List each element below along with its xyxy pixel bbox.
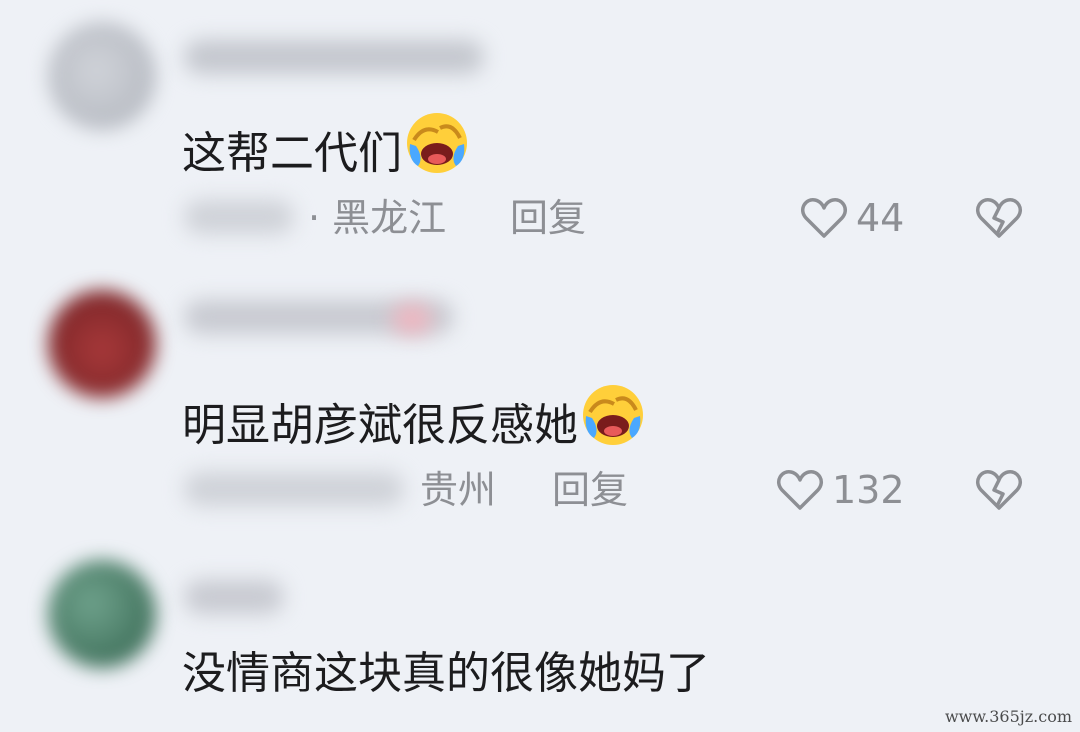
reply-button[interactable]: 回复	[510, 196, 586, 240]
like-count: 44	[856, 196, 905, 240]
comment-list: 这帮二代们 · 黑龙江 回复 44 明显胡彦斌很反感她 贵州 回复 132 没情…	[0, 0, 1080, 732]
meta-time-blurred	[184, 472, 404, 506]
username-badge-blurred	[392, 304, 432, 334]
like-count: 132	[832, 468, 905, 512]
watermark: www.365jz.com	[944, 707, 1072, 726]
separator-dot: ·	[308, 196, 333, 240]
avatar[interactable]	[48, 290, 156, 398]
laughing-crying-face-icon	[583, 385, 643, 445]
location-text: 贵州	[420, 468, 497, 512]
reply-button[interactable]: 回复	[552, 468, 628, 512]
heart-like-icon[interactable]	[776, 468, 824, 512]
comment-location: 贵州	[420, 468, 496, 512]
comment-text: 明显胡彦斌很反感她	[182, 382, 646, 452]
location-text: 黑龙江	[332, 196, 447, 240]
username-blurred[interactable]	[184, 580, 284, 614]
laughing-crying-face-icon	[407, 113, 467, 173]
comment-text: 没情商这块真的很像她妈了	[182, 648, 710, 700]
comment-text-content: 这帮二代们	[182, 128, 402, 179]
comment-text: 这帮二代们	[182, 110, 470, 180]
avatar[interactable]	[48, 22, 156, 130]
broken-heart-icon[interactable]	[975, 468, 1023, 512]
comment-location: · 黑龙江	[308, 196, 446, 240]
username-blurred[interactable]	[184, 40, 484, 74]
comment-text-content: 明显胡彦斌很反感她	[182, 400, 578, 451]
heart-like-icon[interactable]	[800, 196, 848, 240]
avatar[interactable]	[48, 560, 156, 668]
comment-text-content: 没情商这块真的很像她妈了	[182, 648, 710, 699]
meta-time-blurred	[184, 200, 294, 234]
broken-heart-icon[interactable]	[975, 196, 1023, 240]
